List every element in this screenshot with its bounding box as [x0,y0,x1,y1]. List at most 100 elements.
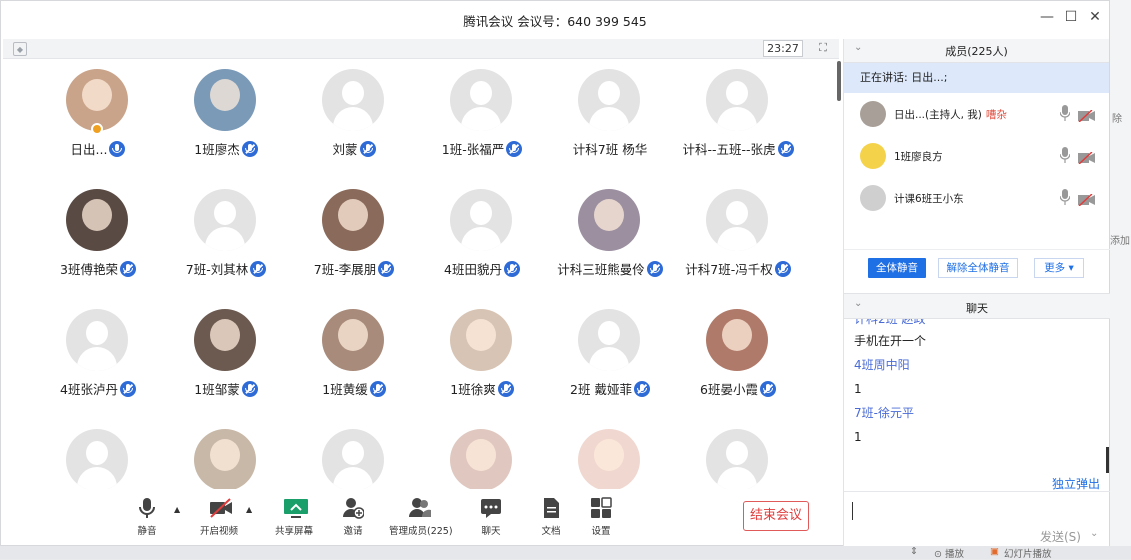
participant-tile[interactable] [417,421,547,489]
chat-input[interactable]: 发送(S) ⌄ [844,491,1110,547]
participant-tile[interactable]: 1班廖杰 [161,61,291,171]
participant-tile[interactable]: 4班田貌丹 [417,181,547,291]
send-options-caret[interactable]: ⌄ [1090,528,1098,539]
participant-name-row: 1班邹蒙 [161,379,291,397]
participant-tile[interactable]: 1班徐爽 [417,301,547,411]
mic-muted-icon [774,261,791,277]
avatar [66,189,128,251]
avatar [860,101,886,127]
member-name-row: 计课6班王小东 [894,191,964,206]
chat-button[interactable]: 聊天 [479,497,503,537]
member-row[interactable]: 计课6班王小东 [844,177,1109,219]
speaking-indicator: 正在讲话: 日出...; [844,63,1109,93]
invite-button[interactable]: 邀请 [341,497,365,537]
participant-tile[interactable]: 1班邹蒙 [161,301,291,411]
close-button[interactable]: ✕ [1085,9,1105,25]
more-button[interactable]: 更多 ▾ [1034,258,1084,278]
member-name: 计课6班王小东 [894,193,964,205]
share-screen-label: 共享屏幕 [274,526,313,537]
participant-name: 日出... [70,142,108,157]
participant-tile[interactable]: 3班傅艳荣 [33,181,163,291]
participant-tile[interactable]: 计科--五班--张虎 [673,61,803,171]
maximize-button[interactable]: ☐ [1061,9,1081,25]
shield-icon[interactable]: ◆ [13,42,27,56]
minimize-button[interactable]: — [1037,9,1057,25]
participant-tile[interactable]: 计科三班熊曼伶 [545,181,675,291]
camera-off-icon[interactable] [1078,149,1096,165]
participant-name-row: 1班徐爽 [417,379,547,397]
mute-options-caret[interactable]: ▲ [174,505,180,514]
chat-message: 手机在开一个 [854,334,927,348]
members-title: 成员(225人) [945,45,1008,58]
participant-tile[interactable]: 计科7班 杨华 [545,61,675,171]
app-root: 除 添加 腾讯会议 会议号：640 399 545 — ☐ ✕ ◆ 23:27 … [0,0,1131,560]
documents-button[interactable]: 文档 [539,497,563,537]
mic-muted-icon [359,141,376,157]
participant-name-row: 4班田貌丹 [417,259,547,277]
participant-tile[interactable]: 刘蒙 [289,61,419,171]
participant-name: 3班傅艳荣 [60,262,118,277]
grid-scrollbar[interactable] [837,61,841,101]
participant-tile[interactable] [289,421,419,489]
mic-muted-icon [378,261,395,277]
share-screen-button[interactable]: 共享屏幕 [273,497,315,537]
start-video-button[interactable]: 开启视频 [199,497,239,537]
participant-tile[interactable]: 7班-刘其林 [161,181,291,291]
slideshow-button[interactable]: 幻灯片播放 [1004,546,1052,560]
send-button[interactable]: 发送(S) [1040,528,1081,545]
camera-off-icon[interactable] [1078,107,1096,123]
popout-chat-link[interactable]: 独立弹出 [1052,475,1100,492]
camera-off-icon [208,497,232,519]
participant-tile[interactable]: 1班-张福严 [417,61,547,171]
avatar [66,69,128,131]
mute-all-button[interactable]: 全体静音 [868,258,926,278]
unmute-all-button[interactable]: 解除全体静音 [938,258,1018,278]
window-title: 腾讯会议 会议号：640 399 545 [463,13,647,29]
video-options-caret[interactable]: ▲ [246,505,252,514]
member-row[interactable]: 日出...(主持人, 我) 嘈杂 [844,93,1109,135]
mute-button[interactable]: 静音 [135,497,159,537]
participant-tile[interactable]: 7班-李展朋 [289,181,419,291]
chat-scrollbar[interactable] [1106,447,1109,473]
title-bar: 腾讯会议 会议号：640 399 545 — ☐ ✕ [1,1,1109,39]
avatar [578,69,640,131]
camera-off-icon[interactable] [1078,191,1096,207]
play-button[interactable]: ⊙ 播放 [934,546,964,560]
participant-tile[interactable]: 计科7班-冯千权 [673,181,803,291]
participant-tile[interactable]: 日出... [33,61,163,171]
mic-muted-icon [119,261,136,277]
end-meeting-button[interactable]: 结束会议 [743,501,809,531]
participant-tile[interactable]: 4班张泸丹 [33,301,163,411]
fullscreen-icon[interactable]: ⛶ [815,40,831,56]
avatar [66,309,128,371]
avatar [578,309,640,371]
side-panel: ⌄ 成员(225人) 正在讲话: 日出...; 日出...(主持人, 我) 嘈杂 1… [843,39,1110,547]
microphone-icon[interactable] [1059,147,1071,163]
avatar [450,309,512,371]
participant-tile[interactable]: 2班 戴娅菲 [545,301,675,411]
settings-grid-icon [590,497,612,519]
participant-tile[interactable] [673,421,803,489]
avatar [706,309,768,371]
member-row[interactable]: 1班廖良方 [844,135,1109,177]
participant-tile[interactable] [33,421,163,489]
settings-button[interactable]: 设置 [589,497,613,537]
mic-muted-icon [777,141,794,157]
manage-members-button[interactable]: 管理成员(225) [389,497,453,537]
participant-name-row: 7班-李展朋 [289,259,419,277]
participant-tile[interactable]: 1班黄缓 [289,301,419,411]
chat-title: 聊天 [966,302,988,315]
chat-label: 聊天 [481,526,501,537]
meeting-toolbar: 静音 ▲ 开启视频 ▲ 共享屏幕 邀请 管理成员(225) 聊天 文档 设置 结… [3,489,839,545]
microphone-icon[interactable] [1059,105,1071,121]
microphone-icon[interactable] [1059,189,1071,205]
participant-tile[interactable] [545,421,675,489]
participant-name: 计科--五班--张虎 [682,142,776,157]
participant-tile[interactable]: 6班晏小霞 [673,301,803,411]
participant-name: 7班-刘其林 [185,262,249,277]
avatar [706,189,768,251]
participant-name: 计科三班熊曼伶 [557,262,645,277]
slideshow-icon: ▣ [990,546,999,557]
participant-tile[interactable] [161,421,291,489]
mic-muted-icon [241,141,258,157]
